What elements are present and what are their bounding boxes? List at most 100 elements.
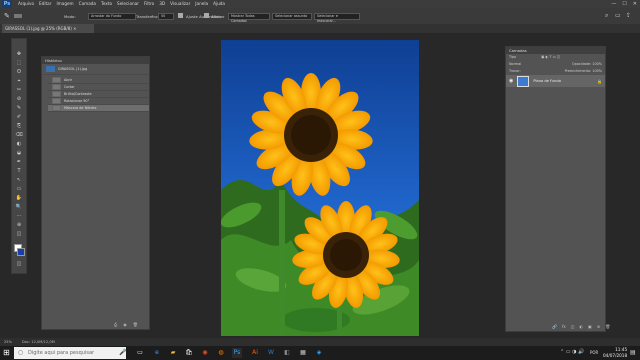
- history-brush-tool-icon[interactable]: ◐: [15, 141, 23, 147]
- history-snapshot[interactable]: GIRASSOL (1).jpg: [42, 64, 149, 75]
- menu-selecionar[interactable]: Selecionar: [117, 0, 139, 8]
- history-item[interactable]: Cortar: [48, 84, 149, 91]
- menu-texto[interactable]: Texto: [101, 0, 112, 8]
- dodge-tool-icon[interactable]: ↖: [15, 177, 23, 183]
- align-checkbox[interactable]: [204, 13, 209, 18]
- quick-mask-icon[interactable]: ◫: [15, 261, 23, 267]
- menu-3d[interactable]: 3D: [159, 0, 165, 8]
- adjustment-layer-icon[interactable]: ◐: [580, 324, 584, 329]
- menu-editar[interactable]: Editar: [39, 0, 51, 8]
- new-snapshot-icon[interactable]: ◉: [123, 322, 127, 327]
- menu-ajuda[interactable]: Ajuda: [213, 0, 225, 8]
- brush-tool-icon[interactable]: ⎘: [15, 123, 23, 129]
- illustrator-icon[interactable]: Ai: [250, 348, 260, 358]
- filter-icons[interactable]: ▣ ◐ T ▭ ◫: [541, 54, 560, 61]
- sample-layers-select[interactable]: Mostrar Todas Camadas: [228, 13, 270, 23]
- brush-tool-icon[interactable]: ✎: [4, 12, 10, 20]
- notification-icon[interactable]: ▤: [630, 349, 636, 356]
- history-item[interactable]: Abrir: [48, 77, 149, 84]
- healing-tool-icon[interactable]: ✐: [15, 114, 23, 120]
- history-item[interactable]: Brilho/Contraste: [48, 91, 149, 98]
- select-mask-button[interactable]: Selecionar e mascarar...: [314, 13, 360, 23]
- gradient-tool-icon[interactable]: ✒: [15, 159, 23, 165]
- hand-tool-icon[interactable]: ⊕: [15, 222, 23, 228]
- eyedropper-tool-icon[interactable]: ✎: [15, 105, 23, 111]
- lasso-tool-icon[interactable]: ʘ: [15, 69, 23, 75]
- menu-arquivo[interactable]: Arquivo: [18, 0, 34, 8]
- crop-tool-icon[interactable]: ✂: [15, 87, 23, 93]
- history-item-active[interactable]: Máscara de Nitidez: [48, 105, 149, 112]
- history-item[interactable]: Rotacionar 90°: [48, 98, 149, 105]
- layers-panel: Camadas Tipo ▣ ◐ T ▭ ◫ Normal Opacidade:…: [505, 46, 610, 332]
- close-button[interactable]: ✕: [633, 0, 637, 8]
- mode-select[interactable]: Arrastar do Fundo: [88, 13, 136, 20]
- type-tool-icon[interactable]: ✋: [15, 195, 23, 201]
- trash-icon[interactable]: 🗑: [605, 324, 610, 329]
- brush-preset-picker[interactable]: [14, 14, 22, 18]
- edge-browser-icon[interactable]: e: [152, 348, 162, 358]
- blend-mode-select[interactable]: Normal: [509, 61, 521, 68]
- menu-camada[interactable]: Camada: [79, 0, 96, 8]
- file-explorer-icon[interactable]: ▰: [168, 348, 178, 358]
- task-view-icon[interactable]: ▭: [135, 348, 145, 358]
- language-indicator[interactable]: POR: [590, 350, 598, 355]
- blur-tool-icon[interactable]: T: [15, 168, 23, 174]
- pen-tool-icon[interactable]: ▭: [15, 186, 23, 192]
- menu-janela[interactable]: Janela: [195, 0, 208, 8]
- menu-visualizar[interactable]: Visualizar: [170, 0, 190, 8]
- move-tool-icon[interactable]: ✥: [15, 51, 23, 57]
- path-select-tool-icon[interactable]: 🔍: [15, 204, 23, 210]
- zoom-level[interactable]: 25%: [4, 338, 12, 346]
- clock[interactable]: 11:45 04/07/2018: [603, 347, 627, 359]
- link-layers-icon[interactable]: 🔗: [552, 324, 557, 329]
- foreground-color-swatch[interactable]: [17, 248, 25, 256]
- photoshop-taskbar-icon[interactable]: Ps: [232, 348, 242, 358]
- app-icon[interactable]: ▦: [298, 348, 308, 358]
- layer-mask-icon[interactable]: ◫: [571, 324, 575, 329]
- eraser-tool-icon[interactable]: ◒: [15, 150, 23, 156]
- windows-start-icon[interactable]: ⊞: [3, 348, 10, 358]
- taskbar-search-input[interactable]: Digite aqui para pesquisar: [14, 347, 126, 359]
- app-icon[interactable]: ◧: [282, 348, 292, 358]
- fill-control[interactable]: Preenchimento: 100%: [565, 68, 602, 75]
- lock-icon[interactable]: 🔒: [597, 79, 602, 84]
- microphone-icon[interactable]: 🎤: [119, 348, 126, 358]
- layer-style-icon[interactable]: fx: [562, 324, 566, 329]
- canvas-image[interactable]: [221, 40, 419, 336]
- group-icon[interactable]: ▣: [588, 324, 592, 329]
- chrome-icon[interactable]: ◉: [200, 348, 210, 358]
- trash-icon[interactable]: 🗑: [133, 322, 138, 327]
- new-layer-icon[interactable]: ⊕: [597, 324, 600, 329]
- word-icon[interactable]: W: [266, 348, 276, 358]
- maximize-button[interactable]: ☐: [622, 0, 626, 8]
- minimize-button[interactable]: —: [611, 0, 616, 8]
- clone-stamp-tool-icon[interactable]: ⌫: [15, 132, 23, 138]
- firefox-icon[interactable]: ◍: [216, 348, 226, 358]
- layer-row-background[interactable]: ◉ Plano de Fundo 🔒: [506, 75, 605, 87]
- history-item-label: Rotacionar 90°: [64, 99, 90, 103]
- quick-select-tool-icon[interactable]: ⌖: [15, 78, 23, 84]
- kind-filter-select[interactable]: Tipo: [509, 54, 516, 61]
- workspace-icon[interactable]: ▭: [615, 12, 621, 19]
- frame-tool-icon[interactable]: ⊘: [15, 96, 23, 102]
- eye-icon[interactable]: ◉: [509, 78, 513, 84]
- history-panel-title[interactable]: Histórico: [42, 57, 149, 64]
- rectangle-tool-icon[interactable]: ⋯: [15, 213, 23, 219]
- search-icon[interactable]: ⌕: [605, 12, 608, 20]
- layers-filter-row: Tipo ▣ ◐ T ▭ ◫: [506, 54, 605, 61]
- new-document-icon[interactable]: ⎙: [114, 322, 117, 327]
- sample-checkbox[interactable]: [178, 13, 183, 18]
- opacity-field[interactable]: 50: [158, 13, 174, 20]
- opacity-control[interactable]: Opacidade: 100%: [572, 61, 602, 68]
- select-subject-button[interactable]: Selecionar assunto: [272, 13, 312, 20]
- zoom-tool-icon[interactable]: ◫: [15, 231, 23, 237]
- layers-panel-title[interactable]: Camadas: [506, 47, 605, 54]
- document-tab[interactable]: GIRASSOL (1).jpg @ 25% (RGB/8) ×: [2, 24, 94, 33]
- app-icon[interactable]: ◈: [314, 348, 324, 358]
- menu-filtro[interactable]: Filtro: [144, 0, 154, 8]
- marquee-tool-icon[interactable]: ⬚: [15, 60, 23, 66]
- share-icon[interactable]: ⇪: [626, 12, 631, 19]
- tray-icons[interactable]: ⌃ ▭ ◑ 🔊: [560, 349, 584, 355]
- store-icon[interactable]: 🛍: [184, 348, 194, 358]
- menu-imagem[interactable]: Imagem: [56, 0, 73, 8]
